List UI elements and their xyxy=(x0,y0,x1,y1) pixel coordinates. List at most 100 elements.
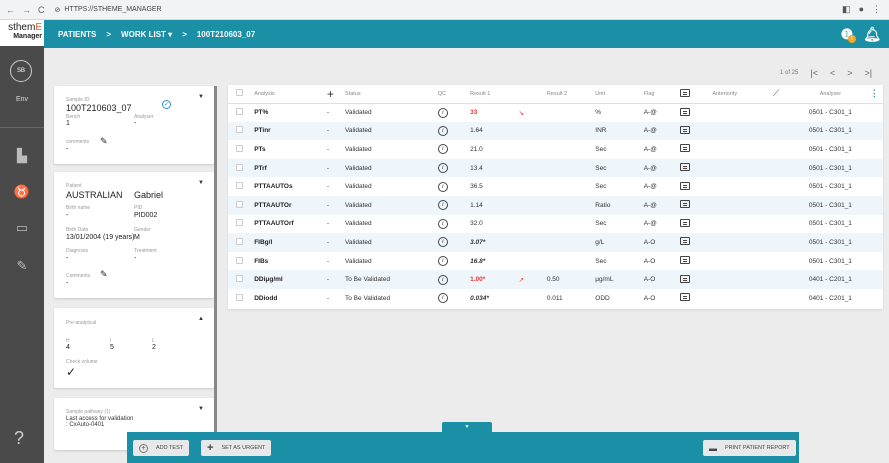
qc-info-icon[interactable]: i xyxy=(437,181,448,192)
qc-info-icon[interactable]: i xyxy=(437,218,448,229)
result1-value[interactable]: 3.07* xyxy=(466,233,515,252)
table-row[interactable]: PTTAAUTOrf - Validated i 32.0 Sec A-@ 0501 - C3… xyxy=(228,215,883,234)
last-page-icon[interactable]: >| xyxy=(864,68,872,78)
qc-info-icon[interactable]: i xyxy=(437,163,448,174)
row-checkbox[interactable] xyxy=(236,256,243,264)
left-panel-scrollbar[interactable] xyxy=(214,86,217,450)
analysis-name[interactable]: PTrf xyxy=(250,158,323,178)
bell-icon[interactable]: 🔔︎ xyxy=(863,26,881,43)
address-bar[interactable]: ⊘ HTTPS://STHEME_MANAGER xyxy=(55,6,162,14)
result1-value[interactable]: 13.4 xyxy=(466,158,515,178)
result1-value[interactable]: 0.034* xyxy=(466,289,514,308)
row-checkbox[interactable] xyxy=(236,182,243,190)
analysis-name[interactable]: FIBg/l xyxy=(250,233,323,252)
avatar[interactable]: SB xyxy=(10,60,32,82)
analysis-name[interactable]: PTTAAUTOrf xyxy=(250,215,323,234)
table-row[interactable]: FIBg/l - Validated i 3.07* g/L A-O 0501 - C301_… xyxy=(228,233,883,252)
help-icon[interactable]: ? xyxy=(14,428,24,449)
qc-info-icon[interactable]: i xyxy=(437,274,448,285)
comment-icon[interactable] xyxy=(680,237,691,246)
comment-icon[interactable] xyxy=(680,181,691,190)
result1-value[interactable]: 1.64 xyxy=(466,121,515,141)
qc-info-icon[interactable]: i xyxy=(437,237,448,248)
set-urgent-button[interactable]: + SET AS URGENT xyxy=(201,440,272,456)
result1-value[interactable]: 21.0 xyxy=(466,140,514,159)
row-checkbox[interactable] xyxy=(236,275,243,283)
qc-info-icon[interactable]: i xyxy=(437,107,448,118)
result1-value[interactable]: 1.14 xyxy=(466,195,515,215)
result1-value[interactable]: 16.8* xyxy=(466,252,514,271)
next-page-icon[interactable]: > xyxy=(847,68,852,78)
analysis-name[interactable]: PTTAAUTOs xyxy=(250,177,323,196)
table-row[interactable]: DDiμg/ml - To Be Validated i 1.00* ↗ 0.50 μg/mL… xyxy=(228,270,883,289)
comment-icon[interactable] xyxy=(680,125,691,134)
qc-info-icon[interactable]: i xyxy=(437,125,448,136)
comment-icon[interactable] xyxy=(680,274,691,283)
worklist-icon[interactable]: ▙ xyxy=(13,148,31,166)
analysis-name[interactable]: DDiμg/ml xyxy=(250,270,323,289)
column-menu-icon[interactable]: ⋮ xyxy=(865,85,883,104)
select-all-checkbox[interactable] xyxy=(236,89,243,97)
table-row[interactable]: PTinr - Validated i 1.64 INR A-@ 0501 - C301_1 xyxy=(228,121,883,141)
analysis-name[interactable]: PT% xyxy=(250,103,323,122)
row-checkbox[interactable] xyxy=(236,144,243,152)
prev-page-icon[interactable]: < xyxy=(830,68,835,78)
add-test-button[interactable]: + ADD TEST xyxy=(133,440,190,456)
analysis-name[interactable]: DDiodd xyxy=(250,289,323,308)
table-row[interactable]: PTrf - Validated i 13.4 Sec A-@ 0501 - C301_1 xyxy=(228,158,883,178)
comment-icon[interactable] xyxy=(680,293,691,302)
print-report-button[interactable]: ▬ PRINT PATIENT REPORT xyxy=(703,440,796,456)
add-icon[interactable]: + xyxy=(322,85,342,104)
comment-icon[interactable] xyxy=(680,144,691,153)
table-row[interactable]: PTTAAUTOs - Validated i 36.5 Sec A-@ 0501 - C30… xyxy=(228,177,883,196)
row-checkbox[interactable] xyxy=(236,163,243,171)
site-info-icon[interactable]: ⊘ xyxy=(55,6,61,14)
table-row[interactable]: PTs - Validated i 21.0 Sec A-@ 0501 - C301_1 xyxy=(228,140,883,159)
edit-pencil-icon[interactable]: ✎ xyxy=(100,136,108,147)
profile-icon[interactable]: ● xyxy=(859,4,864,15)
col-analysis[interactable]: Analysis xyxy=(250,85,323,104)
result1-value[interactable]: 1.00* xyxy=(466,270,515,289)
qc-info-icon[interactable]: i xyxy=(437,256,448,267)
comment-icon[interactable] xyxy=(680,200,691,209)
result1-value[interactable]: 33 xyxy=(466,103,514,122)
breadcrumb-patients[interactable]: PATIENTS xyxy=(58,30,96,39)
env-label[interactable]: Env xyxy=(0,96,44,103)
table-row[interactable]: PT% - Validated i 33 ↘% A-@ 0501 - C301_1 xyxy=(228,103,883,122)
monitor-icon[interactable]: ▭ xyxy=(13,220,31,238)
col-flag[interactable]: Flag xyxy=(639,85,677,104)
analysis-name[interactable]: PTinr xyxy=(250,121,323,141)
row-checkbox[interactable] xyxy=(236,293,243,301)
edit-pencil-icon[interactable]: ✎ xyxy=(100,269,108,280)
chevron-down-icon[interactable]: ▼ xyxy=(198,94,204,100)
row-checkbox[interactable] xyxy=(236,219,243,227)
qc-info-icon[interactable]: i xyxy=(437,144,448,155)
row-checkbox[interactable] xyxy=(236,237,243,245)
table-row[interactable]: FIBs - Validated i 16.8* Sec A-O 0501 - C301_1 xyxy=(228,252,883,271)
qc-info-icon[interactable]: i xyxy=(437,200,448,211)
tools-icon[interactable]: ✎ xyxy=(13,258,31,276)
analysis-name[interactable]: PTTAAUTOr xyxy=(250,195,323,215)
qc-info-icon[interactable]: i xyxy=(437,293,448,304)
table-row[interactable]: DDiodd - To Be Validated i 0.034* 0.011 ODD A-O… xyxy=(228,289,883,308)
row-checkbox[interactable] xyxy=(236,126,243,134)
chart-icon[interactable]: ⟋ xyxy=(768,85,796,104)
comment-icon[interactable] xyxy=(680,218,691,227)
col-status[interactable]: Status xyxy=(341,85,434,104)
col-unit[interactable]: Unit xyxy=(591,85,640,104)
first-page-icon[interactable]: |< xyxy=(810,68,818,78)
row-checkbox[interactable] xyxy=(236,200,243,208)
result1-value[interactable]: 32.0 xyxy=(466,215,514,234)
sidebar-toggle-icon[interactable]: ◧ xyxy=(842,4,851,15)
forward-icon[interactable]: → xyxy=(22,5,31,15)
col-analyser[interactable]: Analyser xyxy=(795,85,866,104)
back-icon[interactable]: ← xyxy=(6,5,15,15)
comment-header-icon[interactable] xyxy=(680,88,691,97)
menu-dots-icon[interactable]: ⋮ xyxy=(872,4,881,15)
table-row[interactable]: PTTAAUTOr - Validated i 1.14 Ratio A-@ 0501 - C… xyxy=(228,195,883,215)
col-qc[interactable]: QC xyxy=(433,85,467,104)
analysis-name[interactable]: FIBs xyxy=(250,252,323,271)
col-result1[interactable]: Result 1 xyxy=(466,85,515,104)
comment-icon[interactable] xyxy=(680,107,691,116)
reload-icon[interactable]: C xyxy=(38,5,45,15)
